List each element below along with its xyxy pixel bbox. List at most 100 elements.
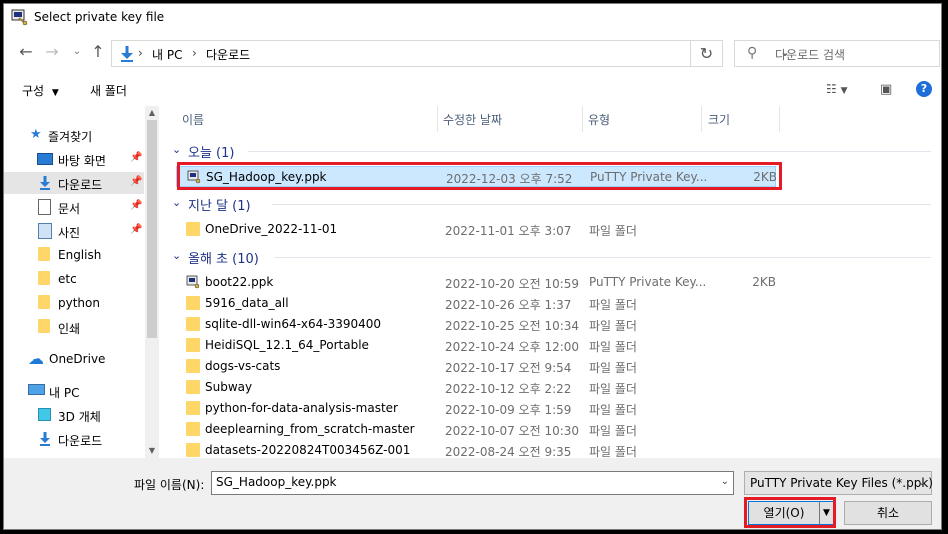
- file-row[interactable]: Subway 2022-10-12 오후 2:22 파일 폴더: [176, 377, 776, 398]
- cube-icon: [38, 408, 51, 421]
- sidebar-item-downloads[interactable]: 다운로드 📌: [4, 172, 144, 194]
- arrow-left-icon: ←: [19, 42, 33, 61]
- scroll-down-icon[interactable]: ▼: [145, 444, 159, 458]
- folder-icon: [186, 401, 200, 415]
- filename-combobox[interactable]: ⌄: [211, 471, 734, 495]
- file-list: 이름 수정한 날짜 ⌃ 유형 크기 ⌄ 오늘 (1) SG_Hadoop_key…: [162, 106, 941, 458]
- sidebar-item-python[interactable]: python: [4, 292, 144, 314]
- new-folder-button[interactable]: 새 폴더: [90, 82, 127, 99]
- chevron-down-icon: ⌄: [72, 46, 82, 57]
- sidebar-item-desktop[interactable]: 바탕 화면 📌: [4, 148, 144, 170]
- back-button[interactable]: ←: [16, 42, 36, 62]
- preview-pane-icon[interactable]: ▣: [880, 82, 892, 97]
- filetype-value: PuTTY Private Key Files (*.ppk): [750, 476, 933, 490]
- help-icon[interactable]: ?: [916, 81, 932, 97]
- file-type: 파일 폴더: [589, 340, 637, 354]
- download-icon: [40, 432, 50, 446]
- view-options-icon[interactable]: ☷ ▼: [826, 82, 848, 96]
- group-header-last-month[interactable]: ⌄ 지난 달 (1): [162, 193, 941, 215]
- file-name: sqlite-dll-win64-x64-3390400: [205, 317, 382, 331]
- column-header-type[interactable]: 유형: [588, 111, 610, 128]
- highlight-box: [744, 497, 836, 528]
- sidebar-item-downloads-pc[interactable]: 다운로드: [4, 428, 144, 450]
- file-name: 5916_data_all: [205, 296, 289, 310]
- sidebar-item-label: 즐겨찾기: [48, 130, 93, 144]
- sidebar-item-label: 다운로드: [58, 434, 103, 448]
- sidebar-item-quick-access[interactable]: ★ 즐겨찾기: [4, 124, 144, 146]
- file-name: python-for-data-analysis-master: [205, 401, 398, 415]
- recent-locations-button[interactable]: ⌄: [67, 42, 87, 62]
- file-date: 2022-10-09 오후 1:59: [445, 403, 572, 417]
- putty-app-icon: [11, 9, 28, 26]
- breadcrumb-separator: ›: [192, 46, 197, 60]
- column-header-size[interactable]: 크기: [708, 111, 730, 128]
- column-header-name[interactable]: 이름: [182, 111, 204, 128]
- sidebar-item-label: 사진: [58, 226, 81, 240]
- file-date: 2022-10-17 오전 9:54: [445, 361, 572, 375]
- file-row[interactable]: 5916_data_all 2022-10-26 오후 1:37 파일 폴더: [176, 293, 776, 314]
- file-row[interactable]: OneDrive_2022-11-01 2022-11-01 오후 3:07 파…: [176, 219, 776, 240]
- column-header-date[interactable]: 수정한 날짜: [443, 111, 502, 128]
- column-headers: 이름 수정한 날짜 ⌃ 유형 크기: [162, 106, 941, 132]
- file-name: dogs-vs-cats: [205, 359, 281, 373]
- sidebar-item-english[interactable]: English: [4, 244, 144, 266]
- group-label: 오늘 (1): [188, 146, 235, 161]
- search-box[interactable]: ⚲ 다운로드 검색: [734, 40, 940, 67]
- file-name: datasets-20220824T003456Z-001: [205, 443, 411, 457]
- computer-icon: [28, 384, 45, 395]
- file-name: HeidiSQL_12.1_64_Portable: [205, 338, 369, 352]
- file-row[interactable]: deeplearning_from_scratch-master 2022-10…: [176, 419, 776, 440]
- file-date: 2022-10-20 오전 10:59: [445, 277, 580, 291]
- folder-icon: [38, 319, 50, 333]
- file-row[interactable]: boot22.ppk 2022-10-20 오전 10:59 PuTTY Pri…: [176, 272, 776, 293]
- chevron-down-icon[interactable]: ⌄: [721, 476, 729, 487]
- column-divider[interactable]: [582, 106, 583, 132]
- column-divider[interactable]: [701, 106, 702, 132]
- group-header-earlier-this-year[interactable]: ⌄ 올해 초 (10): [162, 246, 941, 268]
- folder-icon: [38, 247, 50, 261]
- file-row[interactable]: sqlite-dll-win64-x64-3390400 2022-10-25 …: [176, 314, 776, 335]
- up-button[interactable]: ↑: [88, 42, 108, 62]
- caret-down-icon: ▼: [51, 88, 59, 98]
- sidebar-item-this-pc[interactable]: 내 PC: [4, 380, 144, 402]
- file-date: 2022-10-25 오전 10:34: [445, 319, 580, 333]
- folder-icon: [186, 338, 200, 352]
- sidebar-item-documents[interactable]: 문서 📌: [4, 196, 144, 218]
- sidebar-item-pictures[interactable]: 사진 📌: [4, 220, 144, 242]
- refresh-button[interactable]: ↻: [691, 40, 723, 67]
- scrollbar-thumb[interactable]: [147, 120, 157, 338]
- folder-icon: [186, 359, 200, 373]
- filename-input[interactable]: [216, 475, 706, 489]
- highlight-box: [177, 162, 782, 190]
- search-input[interactable]: 다운로드 검색: [775, 46, 845, 63]
- navigation-bar: ← → ⌄ ↑ › 내 PC › 다운로드 ⌄ ↻ ⚲ 다운로드 검색: [4, 34, 941, 72]
- breadcrumb-my-pc[interactable]: 내 PC: [152, 46, 182, 63]
- filetype-select[interactable]: PuTTY Private Key Files (*.ppk) ⌄: [744, 471, 933, 495]
- cancel-button[interactable]: 취소: [844, 501, 932, 525]
- file-row[interactable]: dogs-vs-cats 2022-10-17 오전 9:54 파일 폴더: [176, 356, 776, 377]
- breadcrumb-downloads[interactable]: 다운로드: [206, 46, 250, 63]
- scroll-up-icon[interactable]: ▲: [145, 106, 159, 120]
- column-divider[interactable]: [437, 106, 438, 132]
- sidebar-item-etc[interactable]: etc: [4, 268, 144, 290]
- file-row[interactable]: python-for-data-analysis-master 2022-10-…: [176, 398, 776, 419]
- desktop-icon: [37, 153, 53, 165]
- file-name: deeplearning_from_scratch-master: [205, 422, 415, 436]
- column-divider[interactable]: [779, 106, 780, 132]
- organize-label: 구성: [22, 84, 45, 98]
- group-header-today[interactable]: ⌄ 오늘 (1): [162, 140, 941, 162]
- organize-button[interactable]: 구성 ▼: [22, 82, 59, 99]
- picture-icon: [38, 223, 52, 239]
- star-icon: ★: [30, 127, 42, 142]
- forward-button[interactable]: →: [42, 42, 62, 62]
- sidebar-scrollbar[interactable]: ▲ ▼: [145, 106, 159, 458]
- file-row[interactable]: HeidiSQL_12.1_64_Portable 2022-10-24 오후 …: [176, 335, 776, 356]
- sidebar-item-print[interactable]: 인쇄: [4, 316, 144, 338]
- sidebar-item-onedrive[interactable]: ☁ OneDrive: [4, 348, 144, 370]
- download-icon: [40, 176, 50, 190]
- sidebar-item-label: 바탕 화면: [58, 154, 106, 168]
- address-bar[interactable]: › 내 PC › 다운로드 ⌄: [111, 40, 790, 67]
- sidebar-item-3d-objects[interactable]: 3D 개체: [4, 404, 144, 426]
- file-row[interactable]: datasets-20220824T003456Z-001 2022-08-24…: [176, 440, 776, 458]
- file-type: 파일 폴더: [589, 424, 637, 438]
